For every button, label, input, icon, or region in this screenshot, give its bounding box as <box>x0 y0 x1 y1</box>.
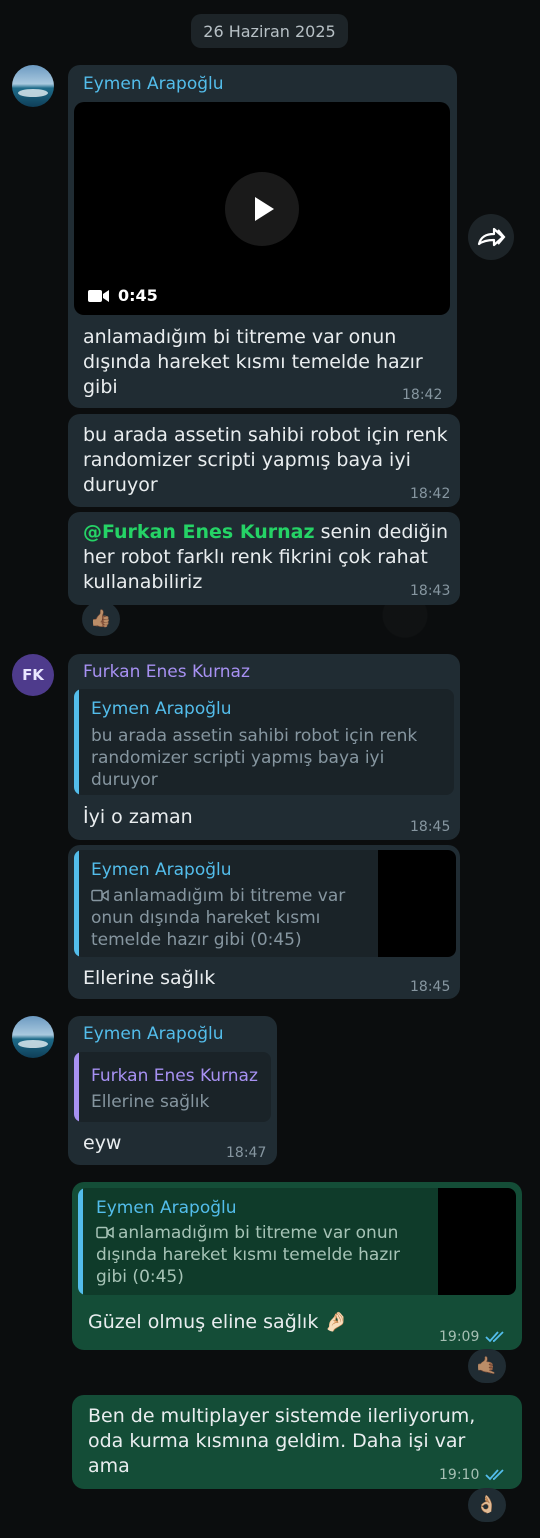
avatar-eymen[interactable] <box>12 1016 54 1058</box>
quote-sender: Eymen Arapoğlu <box>96 1198 237 1218</box>
sender-name[interactable]: Furkan Enes Kurnaz <box>83 662 250 682</box>
message-text-line: oda kurma kısmına geldim. Daha işi var <box>88 1430 466 1452</box>
message-time: 18:45 <box>410 819 451 835</box>
message-time: 18:47 <box>226 1145 267 1161</box>
double-check-icon <box>485 1331 504 1343</box>
quote-text: anlamadığım bi titreme var onun <box>118 1223 399 1243</box>
message-time: 18:42 <box>402 387 443 403</box>
double-check-icon <box>485 1469 504 1481</box>
message-time: 19:09 <box>439 1329 480 1345</box>
quote-text-line: anlamadığım bi titreme var onun <box>96 1223 398 1244</box>
message-text-line: bu arada assetin sahibi robot için renk <box>83 424 448 446</box>
message-text-line: duruyor <box>83 474 158 496</box>
quote-text-line: gibi (0:45) <box>96 1267 184 1287</box>
message-time: 18:43 <box>410 583 451 599</box>
sender-name[interactable]: Eymen Arapoğlu <box>83 1024 224 1044</box>
video-duration: 0:45 <box>88 286 158 305</box>
message-text-line: randomizer scripti yapmış baya iyi <box>83 449 411 471</box>
message-time: 18:42 <box>410 486 451 502</box>
quote-text: anlamadığım bi titreme var <box>113 886 346 906</box>
reaction-badge[interactable]: 👍🏽 <box>82 602 120 636</box>
quoted-message[interactable]: Eymen Arapoğlu anlamadığım bi titreme va… <box>78 1188 516 1295</box>
quote-sender: Eymen Arapoğlu <box>91 699 232 719</box>
quote-bar <box>74 850 79 957</box>
avatar-furkan[interactable]: FK <box>12 654 54 696</box>
message-text-line: @Furkan Enes Kurnaz senin dediğin <box>83 520 448 544</box>
message-text: senin dediğin <box>314 521 449 543</box>
video-camera-icon <box>96 1226 114 1239</box>
message-text-line: dışında hareket kısmı temelde hazır <box>83 351 423 373</box>
mention-link[interactable]: @Furkan Enes Kurnaz <box>83 521 315 543</box>
sender-name[interactable]: Eymen Arapoğlu <box>83 74 224 94</box>
quote-text-line: onun dışında hareket kısmı <box>91 908 321 928</box>
video-duration-label: 0:45 <box>118 286 158 305</box>
quote-video-thumbnail <box>378 850 456 957</box>
message-text-line: Ben de multiplayer sistemde ilerliyorum, <box>88 1405 476 1427</box>
quote-text-line: dışında hareket kısmı temelde hazır <box>96 1245 400 1265</box>
message-text: eyw <box>83 1132 122 1154</box>
quote-sender: Eymen Arapoğlu <box>91 860 232 880</box>
date-separator: 26 Haziran 2025 <box>191 14 348 48</box>
quote-text: Ellerine sağlık <box>91 1092 210 1112</box>
quote-text-line: randomizer scripti yapmış baya iyi <box>91 748 385 768</box>
message-text-line: her robot farklı renk fikrini çok rahat <box>83 546 428 568</box>
quote-text-line: bu arada assetin sahibi robot için renk <box>91 726 418 746</box>
message-text-line: kullanabiliriz <box>83 571 203 593</box>
quote-video-thumbnail <box>438 1188 516 1295</box>
quoted-message[interactable]: Furkan Enes Kurnaz Ellerine sağlık <box>74 1052 271 1122</box>
quote-text-line: temelde hazır gibi (0:45) <box>91 930 302 950</box>
play-icon[interactable] <box>225 172 299 246</box>
video-camera-icon <box>91 889 109 902</box>
message-text-line: gibi <box>83 376 118 398</box>
quote-sender: Furkan Enes Kurnaz <box>91 1066 258 1086</box>
quoted-message[interactable]: Eymen Arapoğlu bu arada assetin sahibi r… <box>74 689 454 795</box>
reaction-badge[interactable]: 🤙🏽 <box>468 1349 506 1383</box>
video-camera-icon <box>88 289 109 302</box>
forward-icon[interactable] <box>468 214 514 260</box>
message-text: Güzel olmuş eline sağlık 🤌🏻 <box>88 1311 349 1333</box>
avatar-eymen[interactable] <box>12 65 54 107</box>
reaction-badge[interactable]: 👌🏼 <box>468 1488 506 1522</box>
quote-text-line: duruyor <box>91 770 158 790</box>
quote-bar <box>74 689 79 795</box>
quote-text-line: anlamadığım bi titreme var <box>91 886 345 907</box>
message-time: 18:45 <box>410 979 451 995</box>
message-time: 19:10 <box>439 1467 480 1483</box>
message-text: Ellerine sağlık <box>83 967 216 989</box>
message-text: İyi o zaman <box>83 806 193 828</box>
video-thumbnail[interactable]: 0:45 <box>74 102 450 315</box>
quote-bar <box>74 1052 79 1122</box>
quoted-message[interactable]: Eymen Arapoğlu anlamadığım bi titreme va… <box>74 850 456 957</box>
message-text-line: anlamadığım bi titreme var onun <box>83 326 397 348</box>
message-text-line: ama <box>88 1455 130 1477</box>
quote-bar <box>78 1188 83 1295</box>
